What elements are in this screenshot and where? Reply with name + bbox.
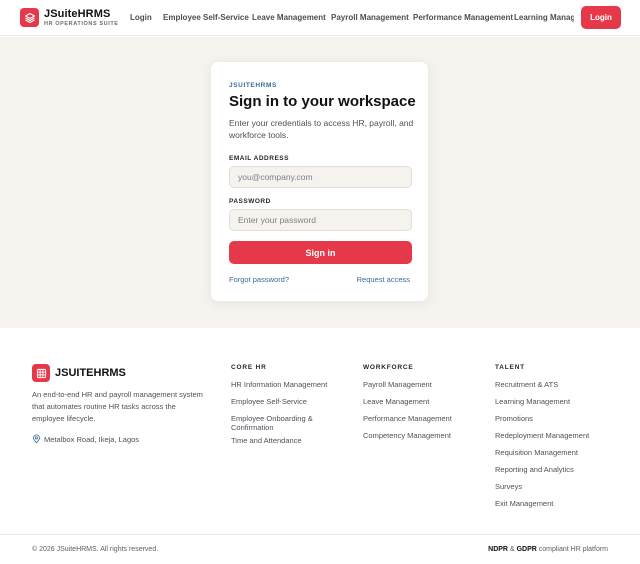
header-login-button[interactable]: Login [581,6,621,29]
footer-logo[interactable] [32,364,50,382]
footer-link[interactable]: Competency Management [363,431,473,440]
footer-link[interactable]: Reporting and Analytics [495,465,605,474]
footer-link[interactable]: Promotions [495,414,605,423]
password-field[interactable] [229,209,412,231]
map-pin-icon [33,434,40,444]
card-eyebrow: JSUITEHRMS [229,82,277,89]
forgot-password-link[interactable]: Forgot password? [229,275,289,284]
sign-in-button[interactable]: Sign in [229,241,412,264]
footer-link[interactable]: Leave Management [363,397,473,406]
nav-item-performance-management[interactable]: Performance Management [413,13,513,22]
card-title: Sign in to your workspace [229,93,416,110]
card-description: Enter your credentials to access HR, pay… [229,118,414,140]
email-label: EMAIL ADDRESS [229,155,289,162]
layers-icon [24,12,35,23]
nav-item-login[interactable]: Login [130,13,152,22]
request-access-link[interactable]: Request access [357,275,410,284]
brand[interactable]: JSuiteHRMS HR OPERATIONS SUITE [44,9,119,28]
login-card: JSUITEHRMS Sign in to your workspace Ent… [210,61,429,302]
footer-link[interactable]: Payroll Management [363,380,473,389]
ndpr-label: NDPR [488,546,508,553]
nav-item-learning-management[interactable]: Learning Management [514,13,574,22]
footer-link[interactable]: Requisition Management [495,448,605,457]
footer-link[interactable]: Time and Attendance [231,436,341,445]
footer-link[interactable]: Learning Management [495,397,605,406]
footer-bottom-bar: © 2026 JSuiteHRMS. All rights reserved. … [0,534,640,564]
footer-link[interactable]: Recruitment & ATS [495,380,605,389]
nav-item-employee-self-service[interactable]: Employee Self-Service [163,13,249,22]
footer-description: An end-to-end HR and payroll management … [32,390,203,423]
footer-brand: JSUITEHRMS [55,367,126,379]
footer-column-title-core-hr: CORE HR [231,364,267,371]
footer-column-title-talent: TALENT [495,364,525,371]
brand-logo[interactable] [20,8,39,27]
password-label: PASSWORD [229,198,271,205]
gdpr-label: GDPR [516,546,537,553]
main-nav: Login Employee Self-Service Leave Manage… [130,0,574,36]
brand-name: JSuiteHRMS [44,8,111,20]
login-section: JSUITEHRMS Sign in to your workspace Ent… [0,37,640,328]
footer-link[interactable]: Employee Onboarding & Confirmation [231,414,331,432]
top-navbar: JSuiteHRMS HR OPERATIONS SUITE Login Emp… [0,0,640,36]
compliance-note: NDPR & GDPR compliant HR platform [488,546,608,553]
footer-link[interactable]: Employee Self-Service [231,397,341,406]
footer-link[interactable]: Exit Management [495,499,605,508]
footer-link[interactable]: Performance Management [363,414,473,423]
nav-item-payroll-management[interactable]: Payroll Management [331,13,409,22]
nav-item-leave-management[interactable]: Leave Management [252,13,326,22]
footer-link[interactable]: Surveys [495,482,605,491]
footer-column-title-workforce: WORKFORCE [363,364,414,371]
compliance-suffix: compliant HR platform [538,546,608,553]
grid-icon [36,368,46,378]
copyright: © 2026 JSuiteHRMS. All rights reserved. [32,546,159,553]
footer-link[interactable]: HR Information Management [231,380,341,389]
footer-location: Metalbox Road, Ikeja, Lagos [44,435,140,444]
brand-tagline: HR OPERATIONS SUITE [44,21,119,27]
footer-link[interactable]: Redeployment Management [495,431,605,440]
email-field[interactable] [229,166,412,188]
compliance-amp: & [509,546,515,553]
